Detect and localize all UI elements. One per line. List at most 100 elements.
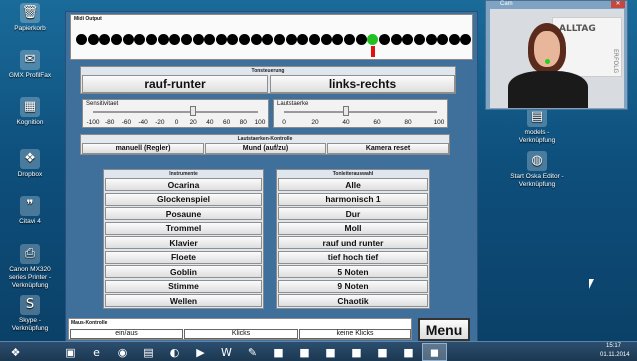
slider-tick-label: 100	[433, 119, 445, 126]
desktop-icon-recycle-bin[interactable]: 🗑 Papierkorb	[1, 3, 59, 33]
instrument-stimme-button[interactable]: Stimme	[105, 279, 262, 293]
sensitivity-label: Sensitivitaet	[86, 101, 119, 107]
app-icon[interactable]: ■	[266, 343, 291, 361]
sensitivity-slider-thumb[interactable]	[190, 106, 197, 116]
ie-icon[interactable]: e	[84, 343, 109, 361]
background-sign-text: ALLTAG	[559, 24, 596, 34]
midi-note-dot	[320, 34, 332, 45]
mouse-option-on-off-label: ein/aus	[115, 330, 138, 337]
instrument-klavier-button[interactable]: Klavier	[105, 236, 262, 249]
scale-9-noten-button[interactable]: 9 Noten	[278, 279, 428, 293]
rauf-runter-button[interactable]: rauf-runter	[82, 75, 268, 93]
midi-note-dot	[274, 34, 286, 45]
menu-button[interactable]: Menu	[418, 318, 470, 341]
desktop-icon-dropbox[interactable]: ❖ Dropbox	[1, 149, 59, 179]
scale-harmonisch-1-button[interactable]: harmonisch 1	[278, 192, 428, 206]
desktop-icon-image-file[interactable]: ▦ Kognition	[1, 97, 59, 127]
media-icon[interactable]: ▶	[188, 343, 213, 361]
slider-tick-label: -60	[121, 119, 132, 126]
midi-note-dot	[122, 34, 134, 45]
midi-note-dot	[169, 34, 181, 45]
midi-note-dot	[215, 34, 227, 45]
slider-tick-label: 80	[404, 119, 412, 126]
chrome-icon[interactable]: ◉	[110, 343, 135, 361]
desktop-icon-label: Papierkorb	[14, 25, 46, 32]
app-icon-2[interactable]: ■	[292, 343, 317, 361]
instrument-glockenspiel-button[interactable]: Glockenspiel	[105, 192, 262, 206]
instrument-wellen-button[interactable]: Wellen	[105, 294, 262, 307]
person-body	[508, 71, 588, 108]
mouse-option-on-off[interactable]: ein/aus	[70, 329, 183, 339]
midi-note-dot	[192, 34, 204, 45]
instrument-floete-button[interactable]: Floete	[105, 250, 262, 264]
app-icon-3[interactable]: ■	[318, 343, 343, 361]
slider-tick-label: 20	[311, 119, 319, 126]
slider-tick-label: -40	[138, 119, 148, 126]
desktop: { "desktop_icons":[ {"label":"Papierkorb…	[0, 0, 637, 361]
midi-note-dot	[367, 34, 379, 45]
windows-start-icon[interactable]: ❖	[3, 343, 28, 361]
slider-tick-label: 20	[189, 119, 197, 126]
slider-tick-label: 80	[239, 119, 247, 126]
desktop-icon-label: Dropbox	[17, 171, 43, 178]
midi-note-dot	[425, 34, 437, 45]
midi-note-dot	[110, 34, 122, 45]
slider-tick-label: 0	[174, 119, 179, 126]
instrument-ocarina-button[interactable]: Ocarina	[105, 178, 262, 191]
scale-alle-button[interactable]: Alle	[278, 178, 428, 191]
slider-tick-label: 60	[373, 119, 381, 126]
mouse-control-panel: Maus-Kontrolle ein/aus Klicks keine Klic…	[68, 318, 412, 340]
midi-note-dot	[145, 34, 157, 45]
active-app-icon[interactable]: ◼	[422, 343, 447, 361]
scale-chaotik-button[interactable]: Chaotik	[278, 294, 428, 307]
taskbar: ❖ ▣ e ◉ ▤ ◐ ▶ W ✎ ■ ■ ■ ■ ■ ■ ◼ 15:17 01.11.2014	[0, 341, 637, 361]
app-icon-6[interactable]: ■	[396, 343, 421, 361]
manual-regler-button[interactable]: manuell (Regler)	[82, 143, 204, 154]
scales-panel: Tonleiterauswahl Alle harmonisch 1 Dur Moll…	[276, 169, 430, 309]
instrument-posaune-button[interactable]: Posaune	[105, 207, 262, 220]
volume-label: Lautstaerke	[277, 101, 309, 107]
firefox-icon[interactable]: ◐	[162, 343, 187, 361]
desktop-icon-folder-shortcut[interactable]: ▤ models - Verknüpfung	[508, 107, 566, 145]
mouse-control-title: Maus-Kontrolle	[71, 320, 108, 326]
scale-tief-hoch-tief-button[interactable]: tief hoch tief	[278, 250, 428, 264]
scale-moll-button[interactable]: Moll	[278, 221, 428, 235]
explorer-icon[interactable]: ▣	[58, 343, 83, 361]
paint-icon[interactable]: ✎	[240, 343, 265, 361]
mouth-control-button[interactable]: Mund (auf/zu)	[205, 143, 326, 154]
folder-icon[interactable]: ▤	[136, 343, 161, 361]
links-rechts-button[interactable]: links-rechts	[270, 75, 455, 93]
desktop-icon-printer[interactable]: ⎙ Canon MX320 series Printer - Verknüpfun…	[1, 244, 59, 290]
midi-note-dot	[402, 34, 414, 45]
volume-slider-thumb[interactable]	[343, 106, 349, 116]
mouse-option-no-clicks[interactable]: keine Klicks	[299, 329, 411, 339]
scale-dur-button[interactable]: Dur	[278, 207, 428, 220]
midi-note-dot	[343, 34, 355, 45]
midi-note-dot	[297, 34, 309, 45]
app-icon-5[interactable]: ■	[370, 343, 395, 361]
desktop-icon-label: GMX ProfilFax	[8, 72, 52, 79]
midi-note-dot	[157, 34, 169, 45]
desktop-icon-citavi[interactable]: ❞ Citavi 4	[1, 196, 59, 226]
cam-close-button[interactable]: ✕	[611, 1, 625, 8]
instruments-title: Instrumente	[169, 171, 198, 177]
midi-output-title: Midi Output	[74, 16, 102, 22]
desktop-icon-skype[interactable]: S Skype - Verknüpfung	[1, 295, 59, 333]
instrument-goblin-button[interactable]: Goblin	[105, 265, 262, 278]
camera-reset-button[interactable]: Kamera reset	[327, 143, 449, 154]
tonsteuerung-panel: Tonsteuerung rauf-runter links-rechts	[80, 66, 456, 94]
scale-rauf-und-runter-button[interactable]: rauf und runter	[278, 236, 428, 249]
desktop-icon-fax[interactable]: ✉ GMX ProfilFax	[1, 50, 59, 80]
cam-window: Cam ✕ ALLTAG ERFOLG	[485, 0, 628, 110]
mouse-cursor-icon	[589, 279, 594, 289]
instrument-trommel-button[interactable]: Trommel	[105, 221, 262, 235]
mouse-option-clicks[interactable]: Klicks	[184, 329, 298, 339]
instruments-panel: Instrumente Ocarina Glockenspiel Posaune Tr…	[103, 169, 264, 309]
midi-note-dot	[390, 34, 402, 45]
desktop-icon-globe-shortcut[interactable]: ◍ Start Oska Editor - Verknüpfung	[508, 151, 566, 189]
midi-note-dot	[460, 34, 472, 45]
app-icon-4[interactable]: ■	[344, 343, 369, 361]
scale-5-noten-button[interactable]: 5 Noten	[278, 265, 428, 278]
word-icon[interactable]: W	[214, 343, 239, 361]
recycle-bin-icon: 🗑	[20, 3, 40, 23]
